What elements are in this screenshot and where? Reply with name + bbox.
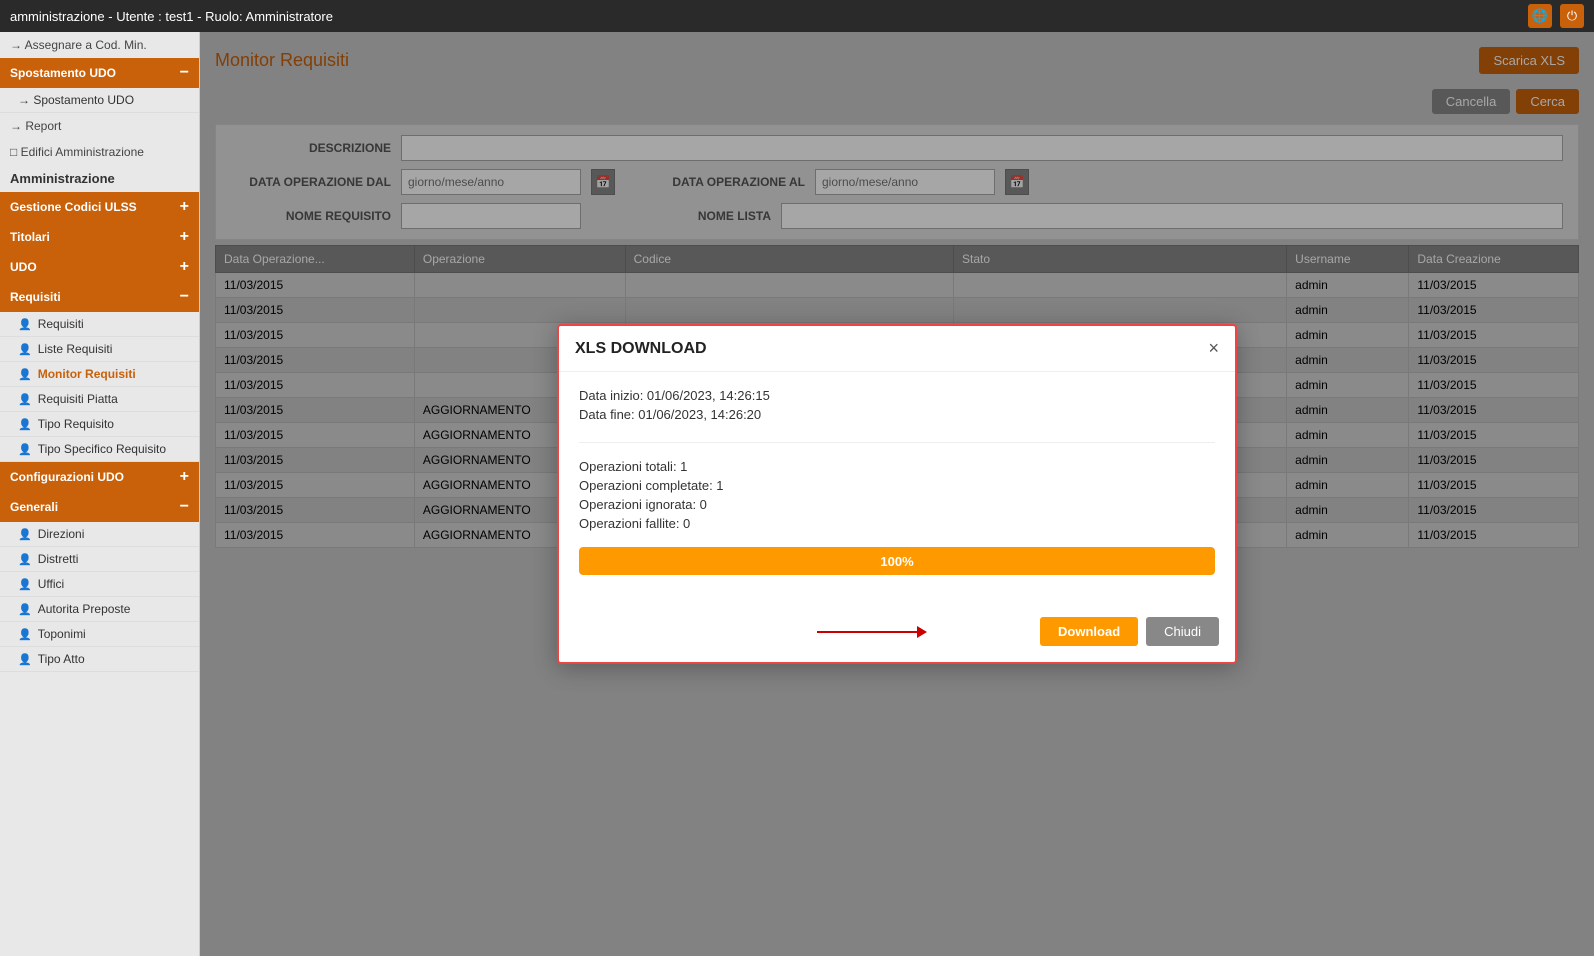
person-icon-7 [18, 527, 32, 541]
plus-icon: + [180, 198, 189, 216]
sidebar-item-edifici[interactable]: □ Edifici Amministrazione [0, 139, 199, 165]
modal-close-button[interactable]: × [1208, 338, 1219, 359]
modal-op-completate: Operazioni completate: 1 [579, 478, 1215, 493]
topbar-icons: 🌐 ⏻ [1528, 4, 1584, 28]
sidebar-section-udo[interactable]: UDO + [0, 252, 199, 282]
arrow-head [917, 626, 927, 638]
modal-footer: Download Chiudi [559, 607, 1235, 662]
arrow-line [817, 631, 917, 633]
modal-op-fallite: Operazioni fallite: 0 [579, 516, 1215, 531]
minus-icon-2: − [180, 288, 189, 306]
person-icon-4 [18, 392, 32, 406]
sidebar-item-report[interactable]: → Report [0, 113, 199, 139]
sidebar-item-tipo-specifico[interactable]: Tipo Specifico Requisito [0, 437, 199, 462]
person-icon-1 [18, 317, 32, 331]
person-icon-2 [18, 342, 32, 356]
plus-icon-3: + [180, 258, 189, 276]
plus-icon-4: + [180, 468, 189, 486]
modal-title: XLS DOWNLOAD [575, 340, 707, 358]
sidebar-item-distretti[interactable]: Distretti [0, 547, 199, 572]
sidebar-item-monitor-requisiti[interactable]: Monitor Requisiti [0, 362, 199, 387]
modal-op-ignorata: Operazioni ignorata: 0 [579, 497, 1215, 512]
sidebar-item-requisiti-piatta[interactable]: Requisiti Piatta [0, 387, 199, 412]
modal-stats: Operazioni totali: 1 Operazioni completa… [579, 459, 1215, 531]
person-icon-10 [18, 602, 32, 616]
chiudi-button[interactable]: Chiudi [1146, 617, 1219, 646]
person-icon-6 [18, 442, 32, 456]
sidebar-section-requisiti[interactable]: Requisiti − [0, 282, 199, 312]
minus-icon-3: − [180, 498, 189, 516]
sidebar-section-spostamento[interactable]: Spostamento UDO − [0, 58, 199, 88]
layout: → Assegnare a Cod. Min. Spostamento UDO … [0, 32, 1594, 956]
progress-container: 100% [579, 547, 1215, 575]
person-icon-12 [18, 652, 32, 666]
power-icon[interactable]: ⏻ [1560, 4, 1584, 28]
download-button[interactable]: Download [1040, 617, 1138, 646]
topbar: amministrazione - Utente : test1 - Ruolo… [0, 0, 1594, 32]
sidebar-amministrazione-label: Amministrazione [0, 165, 199, 192]
topbar-title: amministrazione - Utente : test1 - Ruolo… [10, 9, 333, 24]
modal-info: Data inizio: 01/06/2023, 14:26:15 Data f… [579, 388, 1215, 443]
sidebar-section-generali[interactable]: Generali − [0, 492, 199, 522]
plus-icon-2: + [180, 228, 189, 246]
sidebar-item-direzioni[interactable]: Direzioni [0, 522, 199, 547]
modal-overlay: XLS DOWNLOAD × Data inizio: 01/06/2023, … [200, 32, 1594, 956]
sidebar-item-uffici[interactable]: Uffici [0, 572, 199, 597]
progress-label: 100% [880, 554, 913, 569]
progress-bar: 100% [579, 547, 1215, 575]
modal-body: Data inizio: 01/06/2023, 14:26:15 Data f… [559, 372, 1235, 607]
main-content: Monitor Requisiti Scarica XLS Cancella C… [200, 32, 1594, 956]
modal-op-totali: Operazioni totali: 1 [579, 459, 1215, 474]
person-icon-8 [18, 552, 32, 566]
sidebar-section-titolari[interactable]: Titolari + [0, 222, 199, 252]
modal-header: XLS DOWNLOAD × [559, 326, 1235, 372]
sidebar-item-assegna[interactable]: → Assegnare a Cod. Min. [0, 32, 199, 58]
minus-icon: − [180, 64, 189, 82]
sidebar-item-spostamento[interactable]: → Spostamento UDO [0, 88, 199, 113]
person-icon-9 [18, 577, 32, 591]
sidebar-section-gestione[interactable]: Gestione Codici ULSS + [0, 192, 199, 222]
person-icon-11 [18, 627, 32, 641]
modal-data-fine: Data fine: 01/06/2023, 14:26:20 [579, 407, 1215, 422]
modal-data-inizio: Data inizio: 01/06/2023, 14:26:15 [579, 388, 1215, 403]
arrow-indicator [817, 626, 927, 638]
sidebar-item-autorita[interactable]: Autorita Preposte [0, 597, 199, 622]
sidebar-section-configurazioni[interactable]: Configurazioni UDO + [0, 462, 199, 492]
sidebar-item-toponimi[interactable]: Toponimi [0, 622, 199, 647]
person-icon-5 [18, 417, 32, 431]
person-icon-3 [18, 367, 32, 381]
sidebar-item-requisiti[interactable]: Requisiti [0, 312, 199, 337]
sidebar-item-tipo-requisito[interactable]: Tipo Requisito [0, 412, 199, 437]
sidebar-item-liste-requisiti[interactable]: Liste Requisiti [0, 337, 199, 362]
globe-icon[interactable]: 🌐 [1528, 4, 1552, 28]
sidebar: → Assegnare a Cod. Min. Spostamento UDO … [0, 32, 200, 956]
sidebar-item-tipo-atto[interactable]: Tipo Atto [0, 647, 199, 672]
xls-download-modal: XLS DOWNLOAD × Data inizio: 01/06/2023, … [557, 324, 1237, 664]
